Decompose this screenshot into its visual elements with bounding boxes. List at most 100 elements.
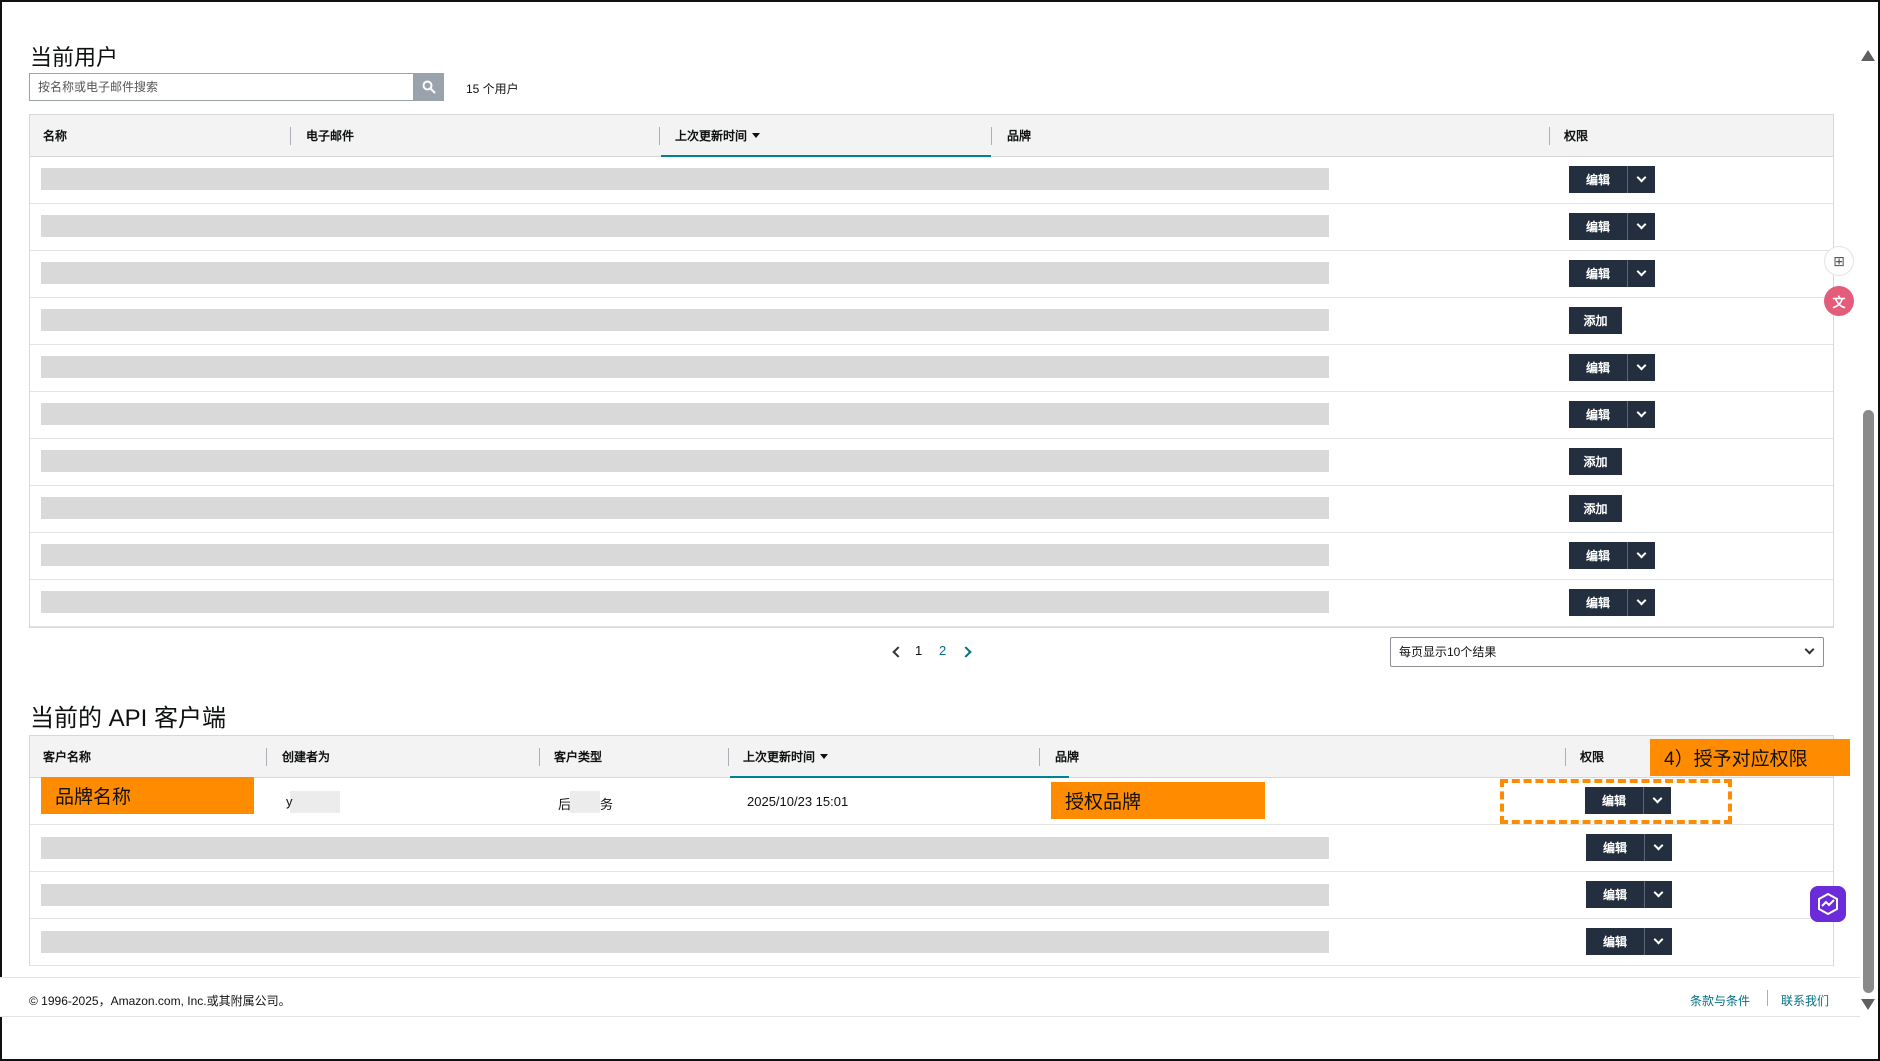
contact-link[interactable]: 联系我们 — [1781, 992, 1829, 1009]
add-button[interactable]: 添加 — [1569, 307, 1622, 334]
edit-dropdown-button[interactable] — [1643, 787, 1671, 814]
column-header-updated[interactable]: 上次更新时间 — [743, 736, 829, 778]
column-header-brand[interactable]: 品牌 — [1055, 736, 1079, 778]
add-button[interactable]: 添加 — [1569, 448, 1622, 475]
translate-icon[interactable]: 文 — [1824, 286, 1854, 316]
column-header-email[interactable]: 电子邮件 — [306, 115, 354, 157]
redacted-row-content — [41, 450, 1329, 472]
api-client-row: 编辑 — [30, 919, 1833, 966]
api-clients-table: 客户名称 创建者为 客户类型 上次更新时间 品牌 权限 y 后 务 2025/1… — [29, 735, 1834, 966]
column-divider — [1565, 748, 1566, 766]
edit-button[interactable]: 编辑 — [1569, 589, 1627, 616]
column-divider — [1039, 748, 1040, 766]
users-table: 名称 电子邮件 上次更新时间 品牌 权限 编辑 编辑 编辑 添加 编辑 编辑 添加 添加 编辑编… — [29, 114, 1834, 628]
assistant-app-icon[interactable] — [1810, 886, 1846, 922]
column-header-client-name[interactable]: 客户名称 — [43, 736, 91, 778]
redacted-row-content — [41, 356, 1329, 378]
edit-button[interactable]: 编辑 — [1569, 354, 1627, 381]
edit-button[interactable]: 编辑 — [1569, 542, 1627, 569]
edit-button[interactable]: 编辑 — [1569, 401, 1627, 428]
table-row: 编辑 — [30, 533, 1833, 580]
client-type-suffix: 务 — [600, 797, 614, 812]
add-button[interactable]: 添加 — [1569, 495, 1622, 522]
edit-button[interactable]: 编辑 — [1569, 213, 1627, 240]
add-button-group: 添加 — [1569, 448, 1622, 475]
edit-button-group: 编辑 — [1569, 401, 1655, 428]
edit-dropdown-button[interactable] — [1644, 881, 1672, 908]
annotation-grant-permissions: 4）授予对应权限 — [1650, 739, 1850, 776]
scroll-up-arrow[interactable] — [1861, 50, 1875, 61]
edit-button-group: 编辑 — [1586, 834, 1672, 861]
api-client-row: 编辑 — [30, 872, 1833, 919]
user-count: 15 个用户 — [466, 82, 519, 96]
column-header-name[interactable]: 名称 — [43, 115, 67, 157]
search-icon — [422, 80, 436, 94]
edit-button[interactable]: 编辑 — [1586, 834, 1644, 861]
table-row: 编辑 — [30, 204, 1833, 251]
edit-button-group: 编辑 — [1569, 354, 1655, 381]
page-number-2[interactable]: 2 — [939, 643, 946, 658]
edit-button-group: 编辑 — [1586, 881, 1672, 908]
scrollbar-thumb[interactable] — [1863, 410, 1874, 993]
edit-dropdown-button[interactable] — [1627, 589, 1655, 616]
search-button[interactable] — [413, 73, 444, 101]
edit-dropdown-button[interactable] — [1644, 928, 1672, 955]
table-row: 编辑 — [30, 157, 1833, 204]
edit-dropdown-button[interactable] — [1644, 834, 1672, 861]
redacted-client-type — [570, 791, 600, 813]
chevron-down-icon — [1636, 548, 1647, 559]
column-header-creator[interactable]: 创建者为 — [282, 736, 330, 778]
edit-dropdown-button[interactable] — [1627, 401, 1655, 428]
edit-button[interactable]: 编辑 — [1585, 787, 1643, 814]
column-divider — [991, 127, 992, 145]
column-divider — [290, 127, 291, 145]
column-header-client-type[interactable]: 客户类型 — [554, 736, 602, 778]
edit-button[interactable]: 编辑 — [1569, 260, 1627, 287]
chevron-down-icon — [1653, 934, 1664, 945]
edit-dropdown-button[interactable] — [1627, 213, 1655, 240]
edit-button[interactable]: 编辑 — [1569, 166, 1627, 193]
column-divider — [659, 127, 660, 145]
users-section-title: 当前用户 — [30, 45, 119, 70]
edit-dropdown-button[interactable] — [1627, 260, 1655, 287]
sort-desc-icon — [752, 133, 761, 138]
table-row: 编辑 — [30, 345, 1833, 392]
table-row: 编辑 — [30, 392, 1833, 439]
column-header-permissions[interactable]: 权限 — [1564, 115, 1588, 157]
chevron-down-icon — [1636, 360, 1647, 371]
column-header-updated[interactable]: 上次更新时间 — [675, 115, 761, 157]
redacted-row-content — [41, 262, 1329, 284]
column-header-updated-label: 上次更新时间 — [675, 129, 748, 143]
results-per-page-select[interactable]: 每页显示10个结果 — [1390, 637, 1824, 667]
redacted-creator — [290, 791, 340, 813]
chevron-down-icon — [1636, 266, 1647, 277]
add-button-group: 添加 — [1569, 307, 1622, 334]
creator-partial: y — [286, 794, 293, 809]
chevron-down-icon — [1804, 644, 1815, 655]
terms-link[interactable]: 条款与条件 — [1690, 992, 1750, 1009]
grid-tool-icon[interactable]: ⊞ — [1824, 246, 1854, 276]
page-footer: © 1996-2025，Amazon.com, Inc.或其附属公司。 条款与条… — [0, 977, 1860, 1017]
annotation-brand-name: 品牌名称 — [41, 777, 254, 814]
column-header-permissions[interactable]: 权限 — [1580, 736, 1604, 778]
table-row: 添加 — [30, 439, 1833, 486]
user-search-input[interactable] — [29, 73, 414, 101]
column-header-updated-label: 上次更新时间 — [743, 750, 816, 764]
edit-dropdown-button[interactable] — [1627, 354, 1655, 381]
hexagon-icon — [1818, 892, 1838, 916]
edit-button[interactable]: 编辑 — [1586, 928, 1644, 955]
chevron-down-icon — [1636, 407, 1647, 418]
edit-button-group: 编辑 — [1586, 928, 1672, 955]
edit-dropdown-button[interactable] — [1627, 542, 1655, 569]
edit-button-group: 编辑 — [1569, 213, 1655, 240]
annotation-authorized-brand: 授权品牌 — [1051, 782, 1265, 819]
column-header-brand[interactable]: 品牌 — [1007, 115, 1031, 157]
edit-dropdown-button[interactable] — [1627, 166, 1655, 193]
edit-button[interactable]: 编辑 — [1586, 881, 1644, 908]
chevron-down-icon — [1636, 595, 1647, 606]
page-number-1[interactable]: 1 — [915, 643, 922, 658]
chevron-down-icon — [1636, 219, 1647, 230]
column-divider — [728, 748, 729, 766]
scroll-down-arrow[interactable] — [1861, 999, 1875, 1010]
redacted-row-content — [41, 544, 1329, 566]
